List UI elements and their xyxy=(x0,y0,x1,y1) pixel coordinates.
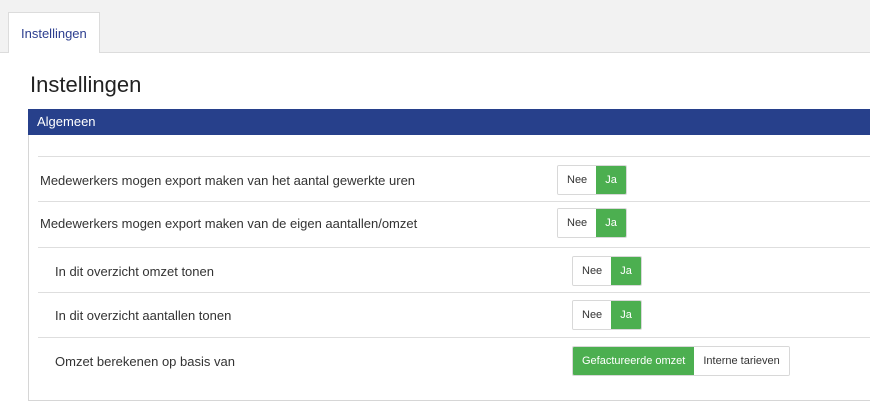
option-interne-tarieven[interactable]: Interne tarieven xyxy=(694,347,789,375)
setting-label: Omzet berekenen op basis van xyxy=(55,354,235,369)
page-title: Instellingen xyxy=(30,72,142,97)
setting-label: In dit overzicht omzet tonen xyxy=(55,264,214,279)
toggle-show-amounts: Nee Ja xyxy=(572,300,642,330)
option-ja[interactable]: Ja xyxy=(611,301,641,329)
setting-row-export-hours: Medewerkers mogen export maken van het a… xyxy=(38,156,870,201)
tab-bar: Instellingen xyxy=(0,0,870,53)
setting-row-revenue-basis: Omzet berekenen op basis van Gefactureer… xyxy=(38,337,870,383)
toggle-show-revenue: Nee Ja xyxy=(572,256,642,286)
option-ja[interactable]: Ja xyxy=(611,257,641,285)
option-ja[interactable]: Ja xyxy=(596,209,626,237)
setting-row-export-revenue: Medewerkers mogen export maken van de ei… xyxy=(38,201,870,247)
toggle-export-hours: Nee Ja xyxy=(557,165,627,195)
option-nee[interactable]: Nee xyxy=(558,166,597,194)
option-nee[interactable]: Nee xyxy=(573,257,612,285)
option-gefactureerde-omzet[interactable]: Gefactureerde omzet xyxy=(573,347,695,375)
toggle-revenue-basis: Gefactureerde omzet Interne tarieven xyxy=(572,346,790,376)
setting-label: In dit overzicht aantallen tonen xyxy=(55,308,232,323)
setting-row-show-amounts: In dit overzicht aantallen tonen Nee Ja xyxy=(38,292,870,337)
option-nee[interactable]: Nee xyxy=(558,209,597,237)
option-nee[interactable]: Nee xyxy=(573,301,612,329)
setting-label: Medewerkers mogen export maken van de ei… xyxy=(40,216,418,231)
section-header: Algemeen xyxy=(28,109,870,135)
setting-row-show-revenue: In dit overzicht omzet tonen Nee Ja xyxy=(38,247,870,292)
toggle-export-revenue: Nee Ja xyxy=(557,208,627,238)
setting-label: Medewerkers mogen export maken van het a… xyxy=(40,173,416,188)
option-ja[interactable]: Ja xyxy=(596,166,626,194)
tab-instellingen[interactable]: Instellingen xyxy=(8,12,100,53)
